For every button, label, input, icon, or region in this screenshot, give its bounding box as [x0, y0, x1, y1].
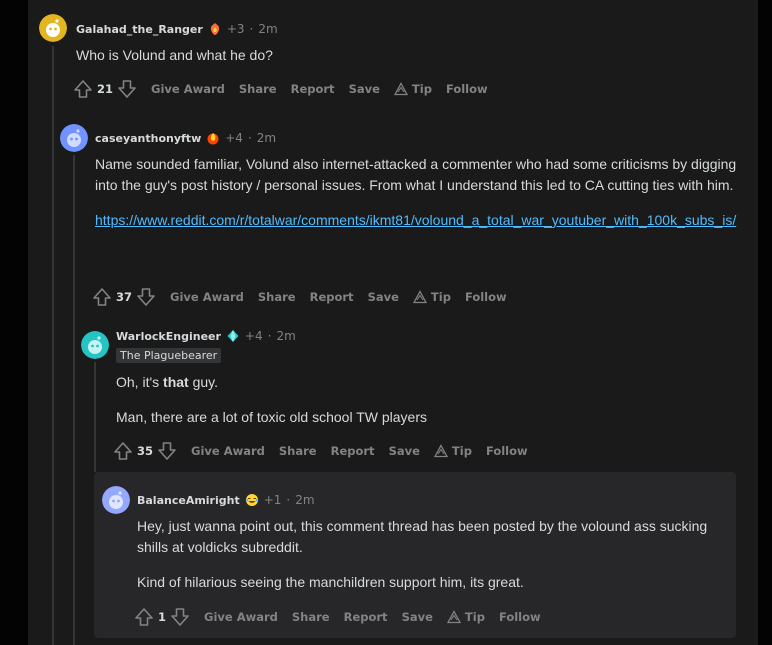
avatar[interactable] — [60, 124, 88, 152]
comment-link[interactable]: https://www.reddit.com/r/totalwar/commen… — [95, 212, 736, 228]
timestamp[interactable]: 2m — [258, 22, 277, 36]
tip-icon — [393, 82, 408, 96]
save-button[interactable]: Save — [349, 82, 380, 96]
timestamp[interactable]: 2m — [276, 329, 295, 343]
tip-label: Tip — [430, 290, 451, 304]
comment-meta: WarlockEngineer +4 · 2m — [116, 329, 296, 343]
comment-text: Hey, just wanna point out, this comment … — [137, 518, 708, 555]
user-flair: The Plaguebearer — [116, 348, 222, 363]
avatar[interactable] — [39, 14, 67, 42]
vote-score: 21 — [97, 82, 114, 96]
report-button[interactable]: Report — [344, 610, 388, 624]
snoo-avatar-icon — [81, 331, 109, 359]
share-button[interactable]: Share — [292, 610, 330, 624]
tip-label: Tip — [451, 444, 472, 458]
username[interactable]: WarlockEngineer — [116, 330, 221, 343]
karma-count: +3 — [226, 22, 245, 36]
thread-line-level1[interactable] — [52, 46, 54, 645]
karma-count: +4 — [225, 131, 243, 145]
comment-body: Who is Volund and what he do? — [76, 45, 726, 66]
share-button[interactable]: Share — [239, 82, 277, 96]
share-button[interactable]: Share — [258, 290, 296, 304]
separator: · — [249, 22, 254, 36]
upvote-icon[interactable] — [113, 441, 133, 461]
comment-text-second: Kind of hilarious seeing the manchildren… — [137, 574, 524, 590]
username[interactable]: BalanceAmiright — [137, 494, 240, 507]
comment-meta: Galahad_the_Ranger +3 · 2m — [76, 22, 278, 36]
give-award-button[interactable]: Give Award — [191, 444, 265, 458]
upvote-icon[interactable] — [92, 287, 112, 307]
downvote-icon[interactable] — [170, 607, 190, 627]
crying-laughing-award-icon[interactable] — [245, 493, 259, 507]
report-button[interactable]: Report — [310, 290, 354, 304]
save-button[interactable]: Save — [368, 290, 399, 304]
gem-award-icon[interactable] — [226, 329, 240, 343]
karma-count: +4 — [244, 329, 263, 343]
comment-actions: 1 Give Award Share Report Save Tip Follo… — [134, 605, 541, 629]
vote-score: 37 — [116, 290, 133, 304]
tip-icon — [433, 444, 448, 458]
comment-text-bold: that — [163, 374, 189, 390]
avatar[interactable] — [81, 331, 109, 359]
username[interactable]: Galahad_the_Ranger — [76, 23, 203, 36]
vote-score: 35 — [137, 444, 154, 458]
report-button[interactable]: Report — [291, 82, 335, 96]
save-button[interactable]: Save — [389, 444, 420, 458]
fire-award-icon[interactable] — [206, 131, 220, 145]
tip-button[interactable]: Tip — [412, 290, 451, 304]
comment-text: Who is Volund and what he do? — [76, 47, 273, 63]
thread-line-level3[interactable] — [94, 362, 96, 472]
upvote-icon[interactable] — [134, 607, 154, 627]
comment-text: Name sounded familiar, Volund also inter… — [95, 156, 737, 193]
vote-score: 1 — [158, 610, 167, 624]
separator: · — [247, 131, 252, 145]
tip-icon — [446, 610, 461, 624]
comment-body: Hey, just wanna point out, this comment … — [137, 516, 727, 593]
comment-text-second: Man, there are a lot of toxic old school… — [116, 409, 427, 425]
comment-actions: 21 Give Award Share Report Save Tip Foll… — [73, 77, 488, 101]
separator: · — [286, 493, 291, 507]
snoo-avatar-icon — [39, 14, 67, 42]
comment-meta: BalanceAmiright +1 · 2m — [137, 493, 315, 507]
comment-actions: 35 Give Award Share Report Save Tip Foll… — [113, 439, 528, 463]
tip-button[interactable]: Tip — [393, 82, 432, 96]
follow-button[interactable]: Follow — [499, 610, 541, 624]
karma-count: +1 — [263, 493, 282, 507]
flame-shield-award-icon[interactable] — [208, 22, 222, 36]
separator: · — [267, 329, 272, 343]
comment-text-suffix: guy. — [188, 374, 219, 390]
give-award-button[interactable]: Give Award — [170, 290, 244, 304]
give-award-button[interactable]: Give Award — [151, 82, 225, 96]
tip-button[interactable]: Tip — [446, 610, 485, 624]
downvote-icon[interactable] — [117, 79, 137, 99]
tip-label: Tip — [411, 82, 432, 96]
comment-text: Oh, it's that guy. — [116, 372, 736, 393]
tip-button[interactable]: Tip — [433, 444, 472, 458]
snoo-avatar-icon — [102, 486, 130, 514]
save-button[interactable]: Save — [402, 610, 433, 624]
comment-body: Oh, it's that guy. Man, there are a lot … — [116, 372, 736, 428]
give-award-button[interactable]: Give Award — [204, 610, 278, 624]
timestamp[interactable]: 2m — [295, 493, 314, 507]
comment-actions: 37 Give Award Share Report Save Tip Foll… — [92, 285, 507, 309]
downvote-icon[interactable] — [136, 287, 156, 307]
comment-body: Name sounded familiar, Volund also inter… — [95, 154, 740, 231]
follow-button[interactable]: Follow — [446, 82, 488, 96]
share-button[interactable]: Share — [279, 444, 317, 458]
tip-icon — [412, 290, 427, 304]
follow-button[interactable]: Follow — [465, 290, 507, 304]
follow-button[interactable]: Follow — [486, 444, 528, 458]
comment-text-prefix: Oh, it's — [116, 374, 164, 390]
report-button[interactable]: Report — [331, 444, 375, 458]
timestamp[interactable]: 2m — [257, 131, 276, 145]
tip-label: Tip — [464, 610, 485, 624]
snoo-avatar-icon — [60, 124, 88, 152]
thread-line-level2[interactable] — [73, 155, 75, 645]
upvote-icon[interactable] — [73, 79, 93, 99]
avatar[interactable] — [102, 486, 130, 514]
username[interactable]: caseyanthonyftw — [95, 132, 201, 145]
comment-meta: caseyanthonyftw +4 · 2m — [95, 131, 276, 145]
downvote-icon[interactable] — [157, 441, 177, 461]
